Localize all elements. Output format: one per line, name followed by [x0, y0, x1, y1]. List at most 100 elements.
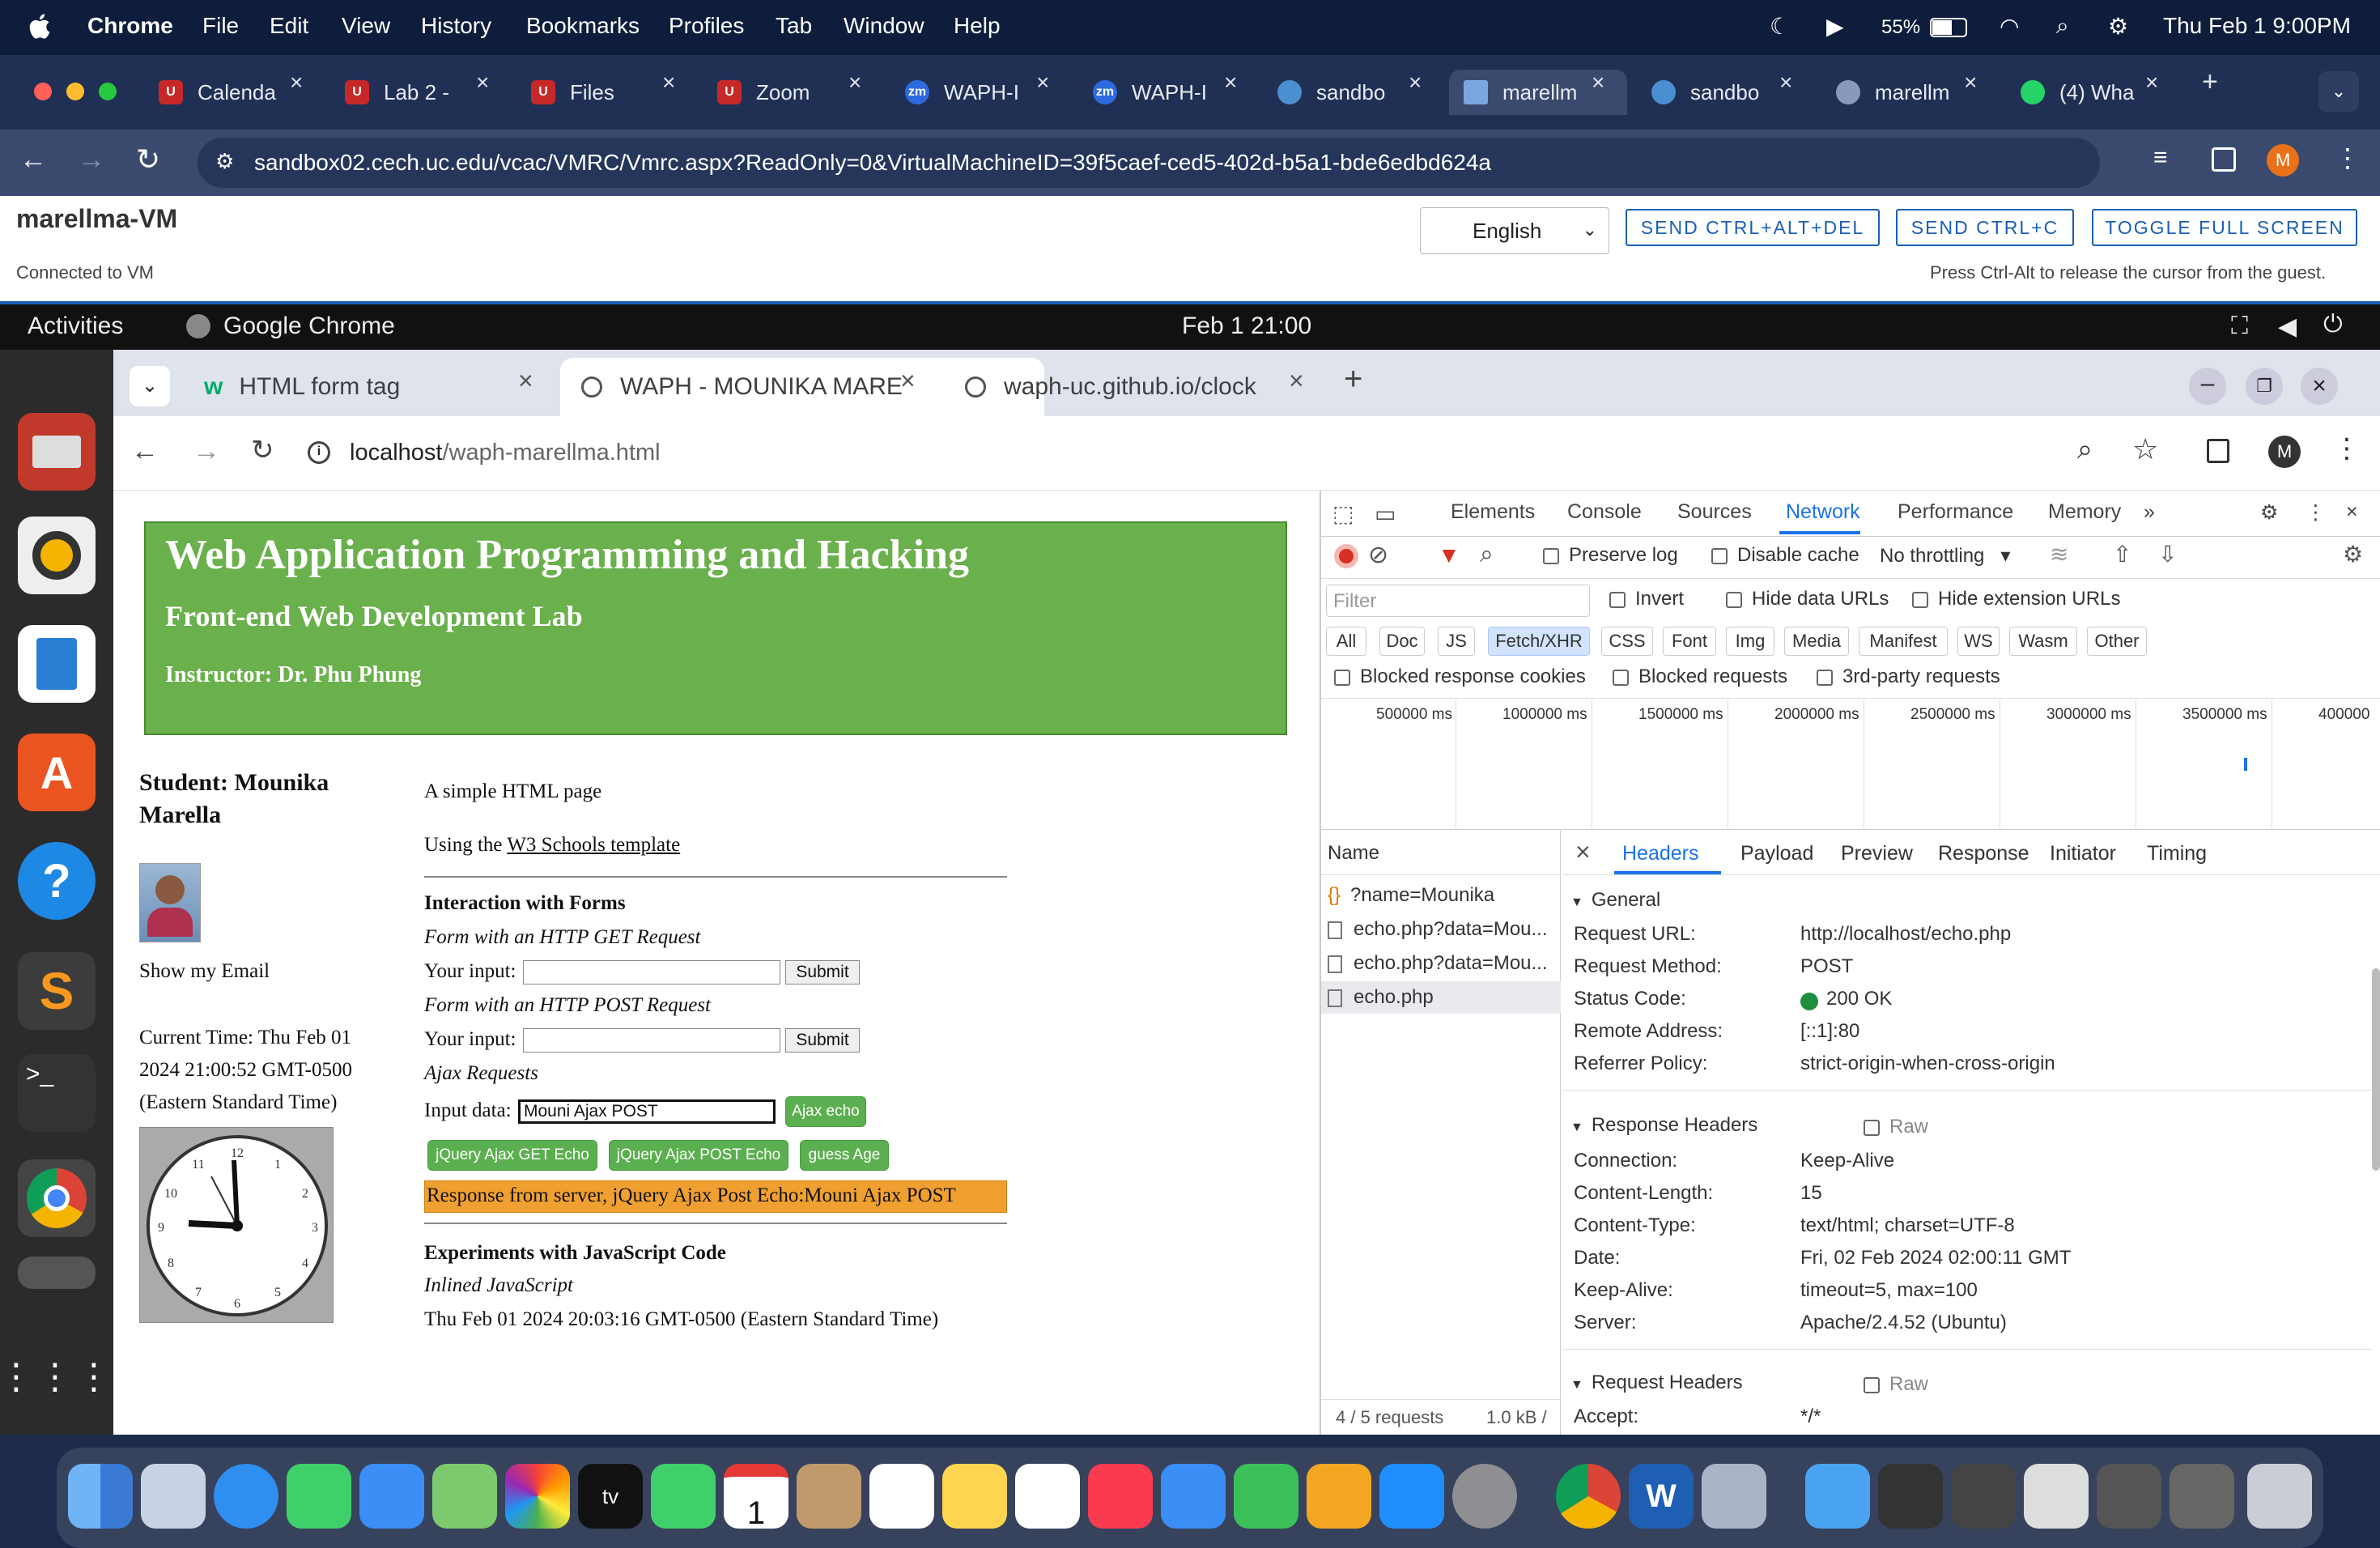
numbers-icon[interactable] — [1234, 1464, 1298, 1529]
tab-close-icon[interactable]: × — [900, 366, 916, 396]
battery-icon[interactable] — [1930, 18, 1967, 37]
hide-extension-urls-checkbox[interactable]: Hide extension URLs — [1912, 588, 2120, 610]
terminal-icon[interactable]: >_ — [18, 1054, 96, 1132]
facetime-icon[interactable] — [651, 1464, 716, 1529]
settings-gear-icon[interactable]: ⚙ — [2260, 500, 2278, 525]
filter-chip-doc[interactable]: Doc — [1379, 627, 1425, 656]
request-row[interactable]: echo.php?data=Mou... — [1321, 947, 1561, 980]
outer-tab-sandbox1[interactable]: sandbo — [1277, 70, 1399, 115]
menu-profiles[interactable]: Profiles — [669, 13, 744, 39]
system-settings-icon[interactable] — [1452, 1464, 1517, 1529]
info-icon[interactable]: i — [308, 441, 330, 464]
invert-checkbox[interactable]: Invert — [1609, 588, 1684, 610]
menu-history[interactable]: History — [421, 13, 491, 39]
safari-icon[interactable] — [214, 1464, 278, 1529]
menu-view[interactable]: View — [342, 13, 390, 39]
tab-close-icon[interactable]: × — [290, 70, 303, 96]
jquery-post-echo-button[interactable]: jQuery Ajax POST Echo — [609, 1140, 788, 1171]
request-row-selected[interactable]: echo.php — [1321, 981, 1561, 1014]
get-input-field[interactable] — [523, 960, 780, 985]
window-minimize-button[interactable] — [66, 83, 84, 100]
outer-tab-lab2[interactable]: U Lab 2 - — [345, 70, 474, 115]
menu-help[interactable]: Help — [954, 13, 1001, 39]
window-thumbnail[interactable] — [1878, 1464, 1943, 1529]
music-icon[interactable] — [1088, 1464, 1153, 1529]
raw-toggle[interactable]: Raw — [1864, 1373, 1928, 1396]
tab-search-chevron-icon[interactable]: ⌄ — [130, 366, 170, 406]
filter-chip-wasm[interactable]: Wasm — [2009, 627, 2077, 656]
clear-icon[interactable]: ⊘ — [1368, 541, 1388, 569]
search-icon[interactable]: ⌕ — [1480, 541, 1494, 568]
site-info-icon[interactable]: ⚙ — [215, 149, 234, 174]
finder-icon[interactable] — [68, 1464, 133, 1529]
menubar-clock[interactable]: Thu Feb 1 9:00PM — [2163, 13, 2351, 39]
filter-chip-img[interactable]: Img — [1726, 627, 1774, 656]
focused-app-name[interactable]: Google Chrome — [223, 313, 395, 340]
reminders-icon[interactable] — [869, 1464, 934, 1529]
window-thumbnail[interactable] — [2097, 1464, 2161, 1529]
outer-tab-whatsapp[interactable]: (4) Wha — [2021, 70, 2142, 115]
toggle-full-screen-button[interactable]: TOGGLE FULL SCREEN — [2092, 209, 2357, 246]
tab-close-icon[interactable]: × — [476, 70, 489, 96]
app-store-icon[interactable] — [1379, 1464, 1444, 1529]
outer-tab-sandbox2[interactable]: sandbo — [1651, 70, 1773, 115]
raw-toggle[interactable]: Raw — [1864, 1116, 1928, 1138]
outer-url-bar[interactable]: ⚙ sandbox02.cech.uc.edu/vcac/VMRC/Vmrc.a… — [198, 138, 2100, 188]
guess-age-button[interactable]: guess Age — [800, 1140, 889, 1171]
freeform-icon[interactable] — [1015, 1464, 1080, 1529]
filter-input[interactable]: Filter — [1326, 585, 1590, 617]
blocked-requests-checkbox[interactable]: Blocked requests — [1613, 666, 1787, 688]
third-party-checkbox[interactable]: 3rd-party requests — [1817, 666, 2000, 688]
window-thumbnail[interactable] — [1951, 1464, 2016, 1529]
zoom-icon[interactable]: ⌕ — [2077, 434, 2093, 466]
new-tab-button[interactable]: + — [1344, 361, 1362, 398]
tab-close-icon[interactable]: × — [1779, 70, 1792, 96]
detail-tab-response[interactable]: Response — [1938, 842, 2029, 865]
menu-bookmarks[interactable]: Bookmarks — [526, 13, 640, 39]
tab-close-icon[interactable]: × — [1036, 70, 1049, 96]
forward-icon[interactable]: → — [193, 436, 220, 467]
kebab-menu-icon[interactable]: ⋮ — [2335, 142, 2361, 173]
tab-close-icon[interactable]: × — [1964, 70, 1977, 96]
export-har-icon[interactable]: ⇩ — [2158, 541, 2177, 568]
tab-close-icon[interactable]: × — [848, 70, 861, 96]
filter-chip-all[interactable]: All — [1326, 627, 1366, 656]
tab-network[interactable]: Network — [1786, 500, 1860, 524]
chrome-dock-icon[interactable] — [1556, 1464, 1621, 1529]
mail-icon[interactable] — [359, 1464, 424, 1529]
play-icon[interactable]: ▶ — [1826, 13, 1844, 40]
photos-icon[interactable] — [505, 1464, 570, 1529]
disable-cache-checkbox[interactable]: Disable cache — [1711, 544, 1859, 567]
get-submit-button[interactable]: Submit — [785, 960, 860, 985]
filter-chip-ws[interactable]: WS — [1957, 627, 2000, 656]
tab-close-icon[interactable]: × — [1592, 70, 1604, 96]
activities-button[interactable]: Activities — [28, 313, 123, 340]
network-settings-icon[interactable]: ⚙ — [2343, 541, 2363, 568]
launchpad-icon[interactable] — [141, 1464, 206, 1529]
tab-console[interactable]: Console — [1567, 500, 1642, 524]
close-icon[interactable]: × — [2301, 368, 2338, 405]
contacts-icon[interactable] — [797, 1464, 861, 1529]
tab-close-icon[interactable]: × — [1289, 366, 1304, 396]
outer-tab-waph1[interactable]: zm WAPH-I — [905, 70, 1035, 115]
calendar-icon[interactable]: 1 — [724, 1464, 788, 1531]
scrollbar-thumb[interactable] — [2372, 968, 2380, 1171]
keynote-icon[interactable] — [1161, 1464, 1226, 1529]
jquery-get-echo-button[interactable]: jQuery Ajax GET Echo — [427, 1140, 597, 1171]
close-devtools-icon[interactable]: × — [2346, 500, 2358, 524]
search-icon[interactable]: ⌕ — [2056, 13, 2069, 40]
post-input-field[interactable] — [523, 1028, 780, 1053]
menu-edit[interactable]: Edit — [270, 13, 308, 39]
request-row[interactable]: {} ?name=Mounika — [1321, 879, 1561, 912]
side-panel-icon[interactable] — [2212, 147, 2236, 172]
preserve-log-checkbox[interactable]: Preserve log — [1543, 544, 1678, 567]
volume-icon[interactable]: ◀ — [2278, 313, 2297, 341]
menu-file[interactable]: File — [202, 13, 239, 39]
tab-close-icon[interactable]: × — [518, 366, 533, 396]
filter-chip-other[interactable]: Other — [2087, 627, 2147, 656]
filter-funnel-icon[interactable]: ▼ — [1438, 542, 1460, 568]
menu-window[interactable]: Window — [844, 13, 924, 39]
tab-performance[interactable]: Performance — [1898, 500, 2013, 524]
filter-chip-media[interactable]: Media — [1784, 627, 1849, 656]
outer-tab-zoom[interactable]: U Zoom — [717, 70, 863, 115]
